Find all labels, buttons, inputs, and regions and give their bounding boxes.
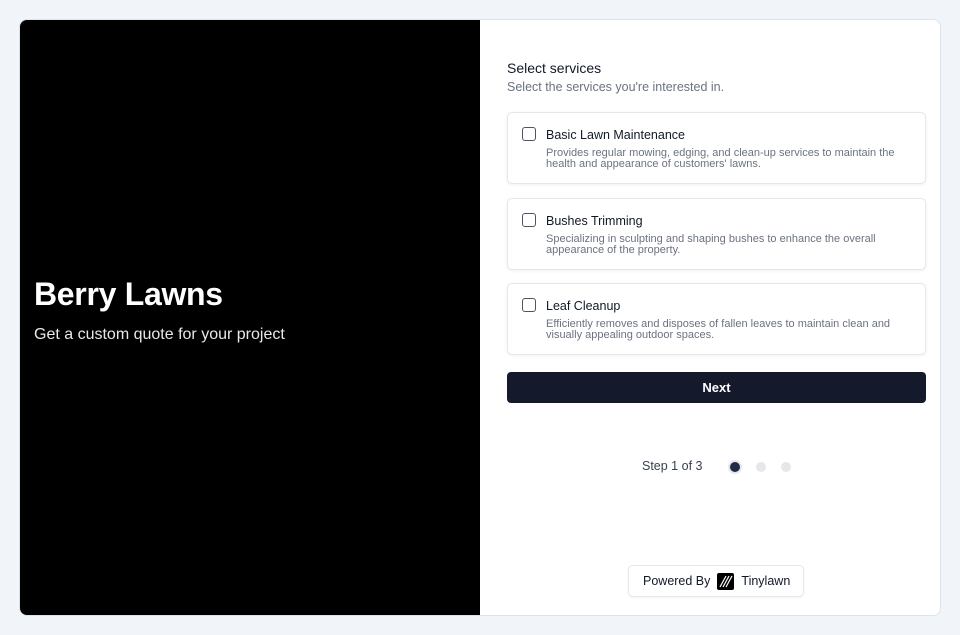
- service-checkbox[interactable]: [522, 127, 536, 141]
- tinylawn-logo-icon: [717, 572, 735, 590]
- service-name: Basic Lawn Maintenance: [546, 128, 685, 142]
- powered-by-brand: Tinylawn: [741, 574, 791, 588]
- service-card-basic-lawn-maintenance[interactable]: Basic Lawn Maintenance Provides regular …: [507, 112, 926, 184]
- powered-by-badge[interactable]: Powered By Tinylawn: [628, 565, 804, 597]
- service-name: Leaf Cleanup: [546, 299, 621, 313]
- brand-subtitle: Get a custom quote for your project: [34, 326, 285, 343]
- brand-panel: Berry Lawns Get a custom quote for your …: [20, 20, 480, 615]
- powered-by-label: Powered By: [643, 574, 711, 588]
- section-subtitle: Select the services you're interested in…: [507, 80, 725, 94]
- step-dot-2: [756, 462, 766, 472]
- service-checkbox[interactable]: [522, 298, 536, 312]
- service-checkbox[interactable]: [522, 213, 536, 227]
- service-description: Specializing in sculpting and shaping bu…: [546, 233, 876, 256]
- step-indicator: Step 1 of 3: [480, 459, 940, 475]
- step-dot-3: [781, 462, 791, 472]
- next-button[interactable]: Next: [507, 372, 926, 403]
- step-text: Step 1 of 3: [642, 459, 703, 473]
- app-window: Berry Lawns Get a custom quote for your …: [19, 19, 941, 616]
- brand-title: Berry Lawns: [34, 276, 223, 312]
- service-name: Bushes Trimming: [546, 214, 643, 228]
- service-description: Provides regular mowing, edging, and cle…: [546, 147, 895, 170]
- step-dot-1: [730, 462, 740, 472]
- service-card-bushes-trimming[interactable]: Bushes Trimming Specializing in sculptin…: [507, 198, 926, 270]
- service-description: Efficiently removes and disposes of fall…: [546, 318, 891, 341]
- service-card-leaf-cleanup[interactable]: Leaf Cleanup Efficiently removes and dis…: [507, 283, 926, 355]
- form-panel: Select services Select the services you'…: [480, 20, 940, 615]
- section-title: Select services: [507, 60, 602, 76]
